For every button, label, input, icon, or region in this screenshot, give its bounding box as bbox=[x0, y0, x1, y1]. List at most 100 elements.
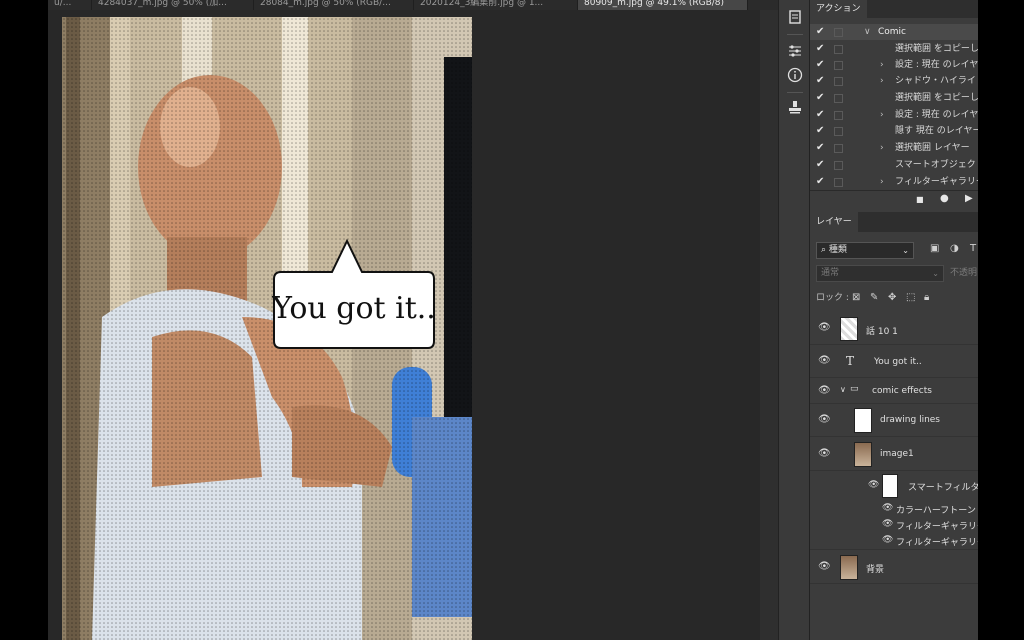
checkmark-icon[interactable]: ✔ bbox=[816, 123, 826, 139]
visibility-eye-icon[interactable]: 👁︎ bbox=[882, 519, 893, 529]
speech-bubble-text: You got it.. bbox=[271, 291, 436, 326]
layer-filter-select[interactable]: ⌕ 種類 ⌄ bbox=[816, 242, 914, 259]
history-icon[interactable] bbox=[784, 6, 806, 28]
layer-row[interactable]: 👁︎ drawing lines bbox=[810, 405, 978, 437]
smart-filter-row[interactable]: 👁︎ スマートフィルター bbox=[810, 472, 978, 500]
action-set-row[interactable]: ✔ ∨ Comic bbox=[810, 24, 978, 40]
visibility-eye-icon[interactable]: 👁︎ bbox=[818, 355, 831, 366]
doc-tab-1[interactable]: u/... bbox=[48, 0, 92, 10]
actions-panel-tabbar: アクション bbox=[810, 0, 978, 18]
chevron-right-icon[interactable]: › bbox=[880, 107, 884, 123]
type-filter-icon[interactable]: T bbox=[970, 243, 976, 254]
layer-name: image1 bbox=[880, 449, 914, 459]
dialog-toggle-box[interactable] bbox=[834, 94, 843, 103]
layer-row[interactable]: 👁︎ T You got it.. bbox=[810, 346, 978, 378]
checkmark-icon[interactable]: ✔ bbox=[816, 41, 826, 57]
visibility-eye-icon[interactable]: 👁︎ bbox=[818, 561, 831, 572]
dialog-toggle-box[interactable] bbox=[834, 161, 843, 170]
checkmark-icon[interactable]: ✔ bbox=[816, 174, 826, 190]
visibility-eye-icon[interactable]: 👁︎ bbox=[818, 322, 831, 333]
action-row[interactable]: ✔ › 設定 : 現在 のレイヤー bbox=[810, 57, 978, 73]
action-row[interactable]: ✔ › シャドウ・ハイライト bbox=[810, 73, 978, 89]
lock-artboard-icon[interactable]: ⬚ bbox=[906, 292, 915, 303]
checkmark-icon[interactable]: ✔ bbox=[816, 73, 826, 89]
visibility-eye-icon[interactable]: 👁︎ bbox=[882, 503, 893, 513]
layer-thumbnail bbox=[840, 555, 858, 580]
document-tab-bar: u/... 4284037_m.jpg @ 50% (加... 28084_m.… bbox=[48, 0, 778, 10]
visibility-eye-icon[interactable]: 👁︎ bbox=[818, 385, 831, 396]
dialog-toggle-box[interactable] bbox=[834, 45, 843, 54]
image-filter-icon[interactable]: ▣ bbox=[930, 243, 939, 254]
layer-thumbnail bbox=[840, 317, 858, 341]
blend-mode-value: 通常 bbox=[821, 268, 840, 278]
lock-transparent-icon[interactable]: ⊠ bbox=[852, 292, 860, 303]
stamp-icon[interactable] bbox=[784, 96, 806, 118]
lock-all-icon[interactable]: 🔒︎ bbox=[924, 292, 929, 303]
doc-tab-3[interactable]: 28084_m.jpg @ 50% (RGB/... bbox=[254, 0, 414, 10]
chevron-right-icon[interactable]: › bbox=[880, 140, 884, 156]
visibility-eye-icon[interactable]: 👁︎ bbox=[818, 448, 831, 459]
action-row[interactable]: ✔ 隠す 現在 のレイヤー bbox=[810, 123, 978, 139]
action-row[interactable]: ✔ 選択範囲 をコピーした bbox=[810, 41, 978, 57]
dialog-toggle-box[interactable] bbox=[834, 28, 843, 37]
action-row[interactable]: ✔ › 設定 : 現在 のレイヤー bbox=[810, 107, 978, 123]
checkmark-icon[interactable]: ✔ bbox=[816, 90, 826, 106]
action-row[interactable]: ✔ スマートオブジェクトに bbox=[810, 157, 978, 173]
action-row[interactable]: ✔ › 選択範囲 レイヤー bbox=[810, 140, 978, 156]
layer-name: 話 10 1 bbox=[866, 327, 898, 337]
dialog-toggle-box[interactable] bbox=[834, 77, 843, 86]
chevron-right-icon[interactable]: › bbox=[880, 174, 884, 190]
info-icon[interactable] bbox=[784, 64, 806, 86]
dialog-toggle-box[interactable] bbox=[834, 127, 843, 136]
action-row[interactable]: ✔ 選択範囲 をコピーした bbox=[810, 90, 978, 106]
chevron-down-icon[interactable]: ∨ bbox=[840, 385, 846, 394]
action-label: 選択範囲 レイヤー bbox=[895, 143, 970, 153]
play-icon[interactable]: ▶ bbox=[965, 193, 973, 204]
tab-actions[interactable]: アクション bbox=[810, 0, 867, 18]
lock-position-icon[interactable]: ✥ bbox=[888, 292, 896, 303]
action-label: 設定 : 現在 のレイヤー bbox=[895, 110, 978, 120]
chevron-down-icon: ⌄ bbox=[902, 246, 909, 255]
filter-row[interactable]: 👁︎ フィルターギャラリー bbox=[810, 516, 978, 532]
canvas-scrollbar[interactable] bbox=[760, 10, 778, 640]
layer-row[interactable]: 👁︎ 背景 bbox=[810, 551, 978, 584]
layer-row[interactable]: 👁︎ image1 bbox=[810, 438, 978, 471]
visibility-eye-icon[interactable]: 👁︎ bbox=[868, 480, 879, 490]
dialog-toggle-box[interactable] bbox=[834, 144, 843, 153]
lock-brush-icon[interactable]: ✎ bbox=[870, 292, 878, 303]
dialog-toggle-box[interactable] bbox=[834, 178, 843, 187]
layer-thumbnail bbox=[854, 442, 872, 467]
layer-group-row[interactable]: 👁︎ ∨ ▭ comic effects bbox=[810, 379, 978, 404]
tool-separator bbox=[787, 34, 803, 35]
document-canvas[interactable]: You got it.. bbox=[62, 17, 472, 640]
action-row[interactable]: ✔ › フィルターギャラリー bbox=[810, 174, 978, 190]
chevron-right-icon[interactable]: › bbox=[880, 73, 884, 89]
layer-name: 背景 bbox=[866, 565, 885, 575]
filter-row[interactable]: 👁︎ カラーハーフトーン bbox=[810, 500, 978, 516]
checkmark-icon[interactable]: ✔ bbox=[816, 57, 826, 73]
dialog-toggle-box[interactable] bbox=[834, 111, 843, 120]
checkmark-icon[interactable]: ✔ bbox=[816, 157, 826, 173]
tab-layers[interactable]: レイヤー bbox=[810, 212, 858, 232]
doc-tab-2[interactable]: 4284037_m.jpg @ 50% (加... bbox=[92, 0, 254, 10]
layer-name: You got it.. bbox=[874, 357, 922, 367]
doc-tab-4[interactable]: 2020124_3編集前.jpg @ 1... bbox=[414, 0, 578, 10]
dialog-toggle-box[interactable] bbox=[834, 61, 843, 70]
layer-row[interactable]: 👁︎ 話 10 1 bbox=[810, 313, 978, 345]
canvas-workspace: You got it.. bbox=[48, 10, 778, 640]
chevron-right-icon[interactable]: › bbox=[880, 57, 884, 73]
chevron-down-icon[interactable]: ∨ bbox=[864, 24, 871, 40]
doc-tab-active[interactable]: 80909_m.jpg @ 49.1% (RGB/8) bbox=[578, 0, 748, 10]
checkmark-icon[interactable]: ✔ bbox=[816, 140, 826, 156]
checkmark-icon[interactable]: ✔ bbox=[816, 24, 826, 40]
adjustments-icon[interactable] bbox=[784, 40, 806, 62]
record-icon[interactable]: ● bbox=[940, 193, 949, 204]
blend-mode-select[interactable]: 通常 ⌄ bbox=[816, 265, 944, 282]
visibility-eye-icon[interactable]: 👁︎ bbox=[882, 535, 893, 545]
filter-row[interactable]: 👁︎ フィルターギャラリー bbox=[810, 532, 978, 550]
checkmark-icon[interactable]: ✔ bbox=[816, 107, 826, 123]
stop-icon[interactable]: ■ bbox=[916, 195, 924, 204]
chevron-down-icon: ⌄ bbox=[932, 269, 939, 278]
visibility-eye-icon[interactable]: 👁︎ bbox=[818, 414, 831, 425]
adjustment-filter-icon[interactable]: ◑ bbox=[950, 243, 959, 254]
